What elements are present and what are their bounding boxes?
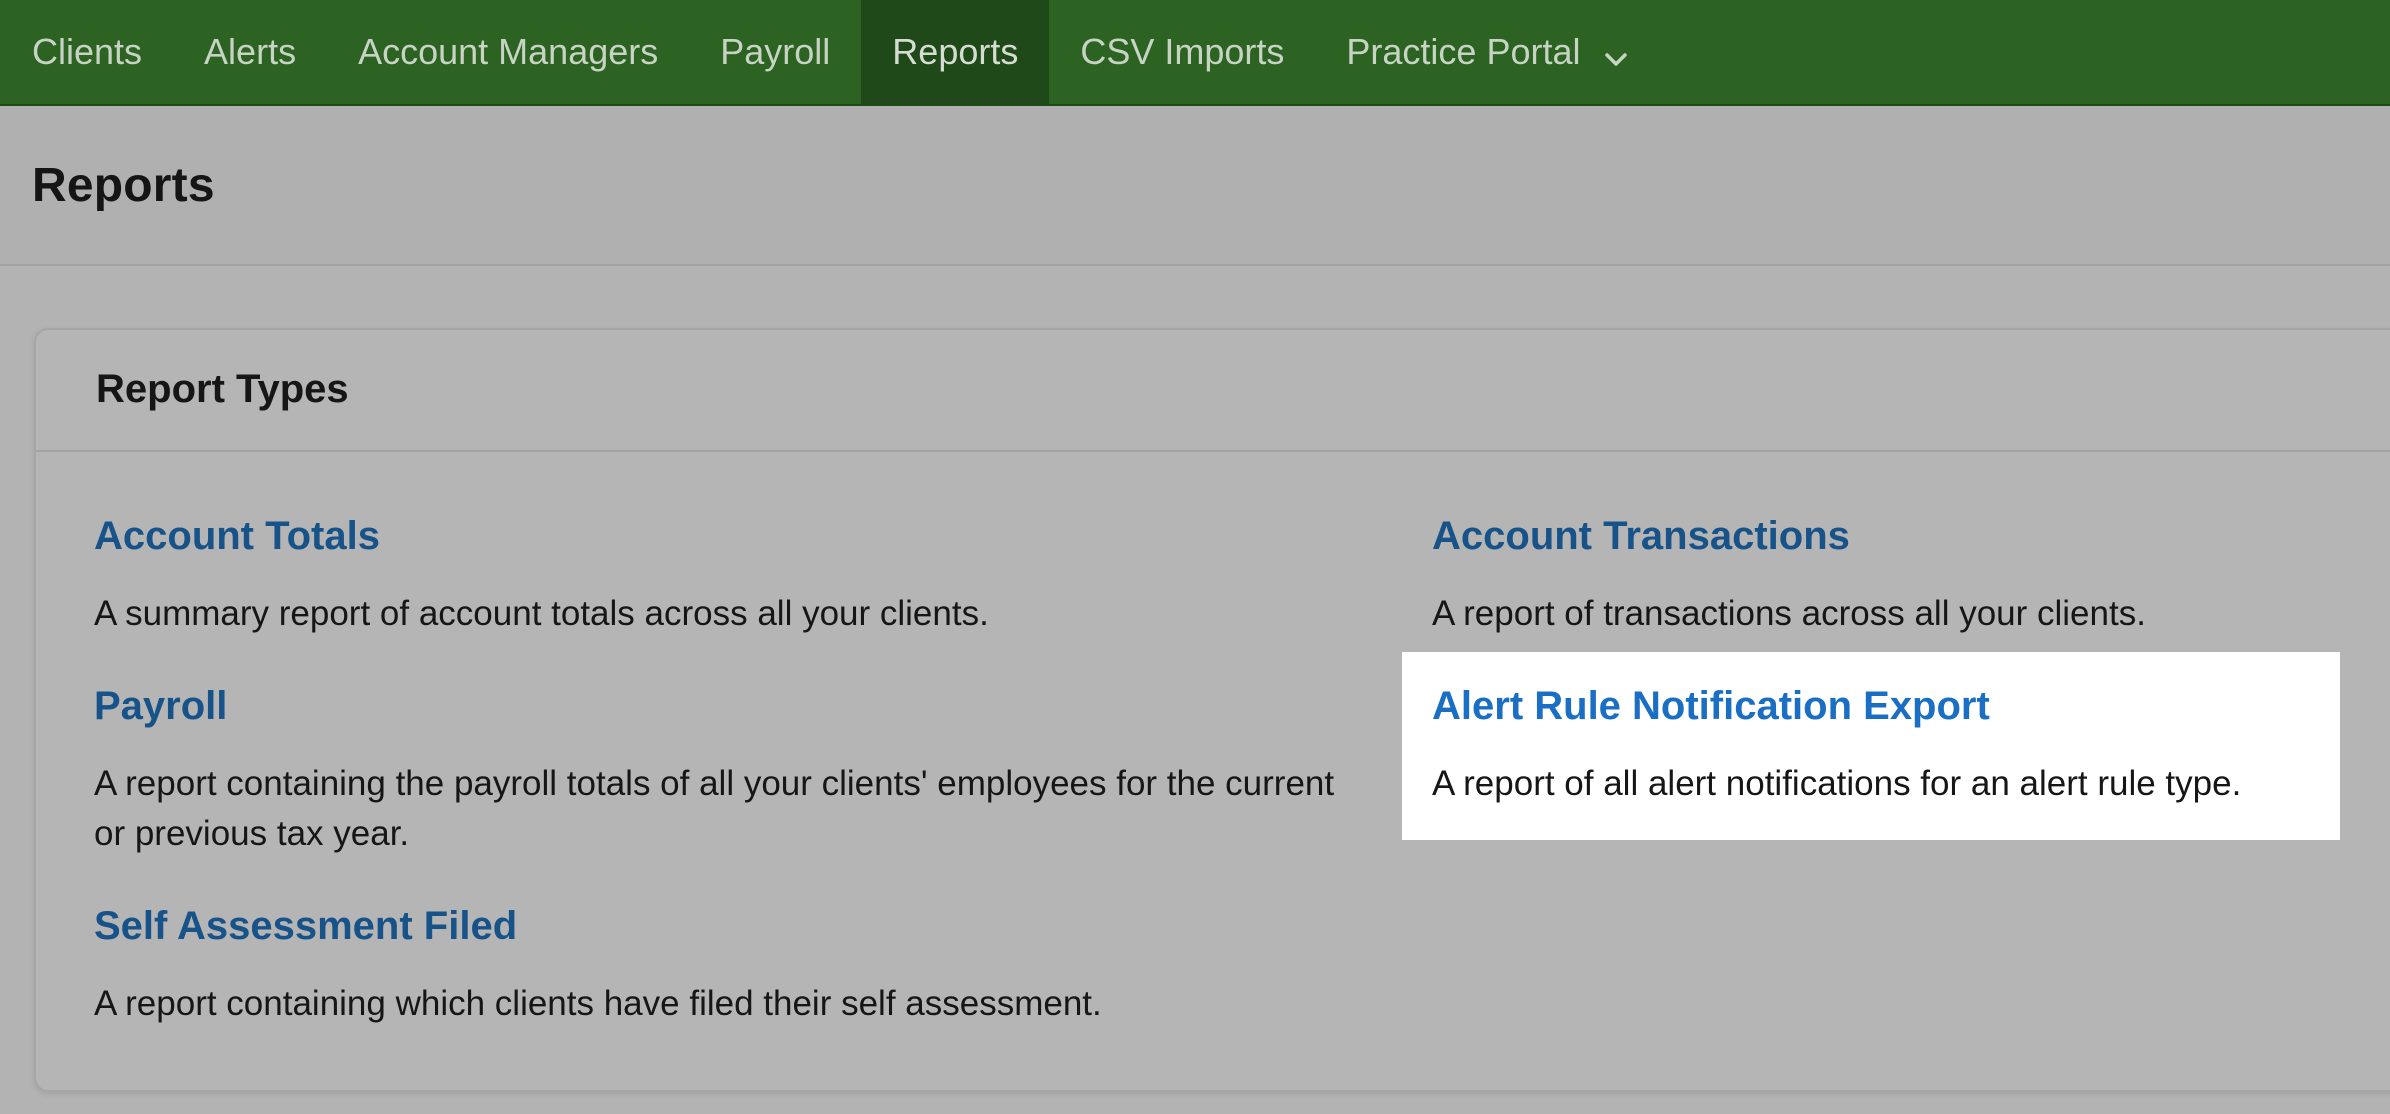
report-description: A summary report of account totals acros… <box>94 594 989 633</box>
nav-item-practice-portal[interactable]: Practice Portal <box>1315 0 1659 104</box>
nav-item-label: Practice Portal <box>1346 31 1581 72</box>
report-item-payroll: Payroll A report containing the payroll … <box>94 684 1354 859</box>
report-item-alert-rule-notification-export: Alert Rule Notification Export A report … <box>1432 684 2241 809</box>
card-header: Report Types <box>36 330 2390 452</box>
report-description: A report containing the payroll totals o… <box>94 764 1335 853</box>
nav-item-payroll[interactable]: Payroll <box>689 0 861 104</box>
nav-item-label: Clients <box>32 31 143 72</box>
report-link-payroll[interactable]: Payroll <box>94 684 1354 729</box>
nav-item-label: Account Managers <box>358 31 659 72</box>
nav-item-label: Alerts <box>204 31 297 72</box>
report-item-account-transactions: Account Transactions A report of transac… <box>1432 514 2146 639</box>
report-link-alert-rule-notification-export[interactable]: Alert Rule Notification Export <box>1432 684 2241 729</box>
report-link-account-totals[interactable]: Account Totals <box>94 514 989 559</box>
highlighted-report-panel: Alert Rule Notification Export A report … <box>1402 652 2340 840</box>
chevron-down-icon <box>1603 39 1629 66</box>
report-description: A report of transactions across all your… <box>1432 594 2146 633</box>
nav-item-label: Payroll <box>720 31 831 72</box>
nav-item-label: Reports <box>892 31 1019 72</box>
report-description: A report of all alert notifications for … <box>1432 764 2242 803</box>
nav-item-reports[interactable]: Reports <box>861 0 1050 104</box>
nav-item-account-managers[interactable]: Account Managers <box>327 0 689 104</box>
page-header: Reports <box>0 106 2390 266</box>
report-description: A report containing which clients have f… <box>94 984 1102 1023</box>
page-title: Reports <box>32 159 215 212</box>
nav-item-clients[interactable]: Clients <box>0 0 173 104</box>
nav-item-label: CSV Imports <box>1080 31 1285 72</box>
report-item-account-totals: Account Totals A summary report of accou… <box>94 514 989 639</box>
report-item-self-assessment-filed: Self Assessment Filed A report containin… <box>94 904 1102 1029</box>
report-link-self-assessment-filed[interactable]: Self Assessment Filed <box>94 904 1102 949</box>
nav-item-csv-imports[interactable]: CSV Imports <box>1049 0 1315 104</box>
report-link-account-transactions[interactable]: Account Transactions <box>1432 514 2146 559</box>
top-navigation: Clients Alerts Account Managers Payroll … <box>0 0 2390 106</box>
nav-item-alerts[interactable]: Alerts <box>173 0 327 104</box>
card-title: Report Types <box>96 367 349 411</box>
